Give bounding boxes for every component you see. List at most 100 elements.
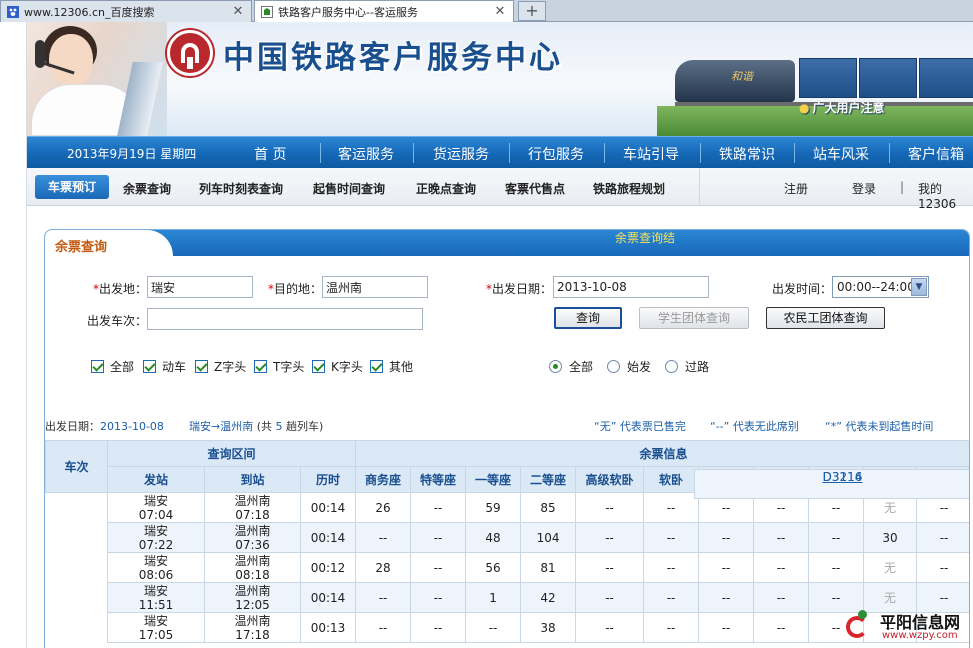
subnav-item-ticket-booking[interactable]: 车票预订 — [35, 175, 109, 199]
seat-count-cell: -- — [698, 522, 755, 553]
seat-count-cell: 48 — [465, 522, 522, 553]
seat-count-cell: -- — [410, 552, 467, 583]
table-row[interactable]: D3114 瑞安 17:05 温州南 17:18 00:13 -- -- -- 38 -- -- -- -… — [46, 468, 969, 643]
baidu-icon — [7, 5, 19, 18]
seat-count-cell: 28 — [355, 552, 412, 583]
radio-selected-icon — [549, 360, 562, 373]
panel-title: 余票查询 — [55, 240, 108, 255]
nav-item-home[interactable]: 首 页 — [254, 144, 286, 164]
from-station-input[interactable] — [147, 276, 253, 298]
to-station-input[interactable] — [322, 276, 428, 298]
result-table: 车次 查询区间 余票信息 发站到站历时商务座特等座一等座二等座高级软卧软卧硬卧软… — [45, 440, 969, 643]
checkbox-k[interactable]: K字头 — [312, 358, 363, 375]
worker-group-query-button[interactable]: 农民工团体查询 — [766, 307, 885, 329]
login-link[interactable]: 登录 — [852, 180, 876, 197]
table-row[interactable]: D5482瑞安07:22温州南07:3600:14----48104------… — [46, 468, 969, 553]
departure-date-input[interactable] — [553, 276, 709, 298]
seat-count-cell: -- — [698, 612, 755, 643]
customer-service-image — [27, 22, 167, 136]
checkbox-check-icon — [195, 360, 208, 373]
nav-item-station-style[interactable]: 站车风采 — [813, 144, 869, 164]
subnav-item-trip-planner[interactable]: 铁路旅程规划 — [593, 180, 665, 197]
checkbox-t[interactable]: T字头 — [254, 358, 304, 375]
from-station: 瑞安 — [143, 553, 168, 568]
new-tab-button[interactable]: + — [518, 1, 546, 21]
seat-count-cell: -- — [465, 612, 522, 643]
query-button[interactable]: 查询 — [554, 307, 622, 329]
departure-time: 07:22 — [138, 537, 174, 552]
subnav-item-timetable[interactable]: 列车时刻表查询 — [199, 180, 283, 197]
browser-tab-baidu[interactable]: www.12306.cn_百度搜索 ✕ — [0, 0, 252, 22]
chevron-down-icon[interactable]: ▼ — [911, 278, 927, 296]
checkbox-check-icon — [312, 360, 325, 373]
main-nav: 2013年9月19日 星期四 首 页 客运服务 货运服务 行包服务 车站引导 铁… — [27, 136, 973, 168]
seat-count-cell: 42 — [520, 582, 577, 613]
close-icon[interactable]: ✕ — [231, 4, 245, 19]
nav-item-freight[interactable]: 货运服务 — [433, 144, 489, 164]
subnav-item-agency[interactable]: 客票代售点 — [505, 180, 565, 197]
radio-label: 过路 — [685, 360, 710, 374]
seat-count-cell: 无 — [863, 552, 918, 583]
subnav-item-delay[interactable]: 正晚点查询 — [416, 180, 476, 197]
register-link[interactable]: 注册 — [784, 180, 808, 197]
account-links: 注册 登录 | 我的12306 — [699, 168, 973, 211]
from-station-cell: 瑞安 07:22 — [107, 522, 205, 553]
train-number-input[interactable] — [147, 308, 423, 330]
nav-item-station-guide[interactable]: 车站引导 — [623, 144, 679, 164]
nav-item-parcel[interactable]: 行包服务 — [528, 144, 584, 164]
nav-item-passenger[interactable]: 客运服务 — [338, 144, 394, 164]
from-station-cell: 瑞安 07:04 — [107, 492, 205, 523]
table-row[interactable]: G7670瑞安08:06温州南08:1800:1228--5681-------… — [46, 468, 969, 583]
seat-count-cell: -- — [575, 552, 645, 583]
duration-cell: 00:12 — [299, 552, 357, 583]
duration-cell: 00:13 — [299, 612, 357, 643]
browser-tab-railway[interactable]: 铁路客户服务中心--客运服务 ✕ — [254, 0, 514, 22]
table-row[interactable]: D3216 瑞安 11:51 温州南 12:05 00:14 -- -- 1 42 -- -- -- --… — [46, 468, 969, 613]
subnav-item-sale-time[interactable]: 起售时间查询 — [313, 180, 385, 197]
radio-all-stations[interactable]: 全部 — [549, 358, 593, 375]
summary-date: 2013-10-08 — [100, 420, 164, 433]
train-number-link[interactable]: D3114 — [823, 470, 863, 484]
train-label: 和谐 — [731, 70, 753, 83]
to-station-cell: 温州南 08:18 — [204, 552, 301, 583]
site-title: 中国铁路客户服务中心 — [223, 40, 563, 76]
banner-slogan[interactable]: ● 广大用户注意 — [799, 99, 885, 116]
legend-sold-out: “无” 代表票已售完 — [594, 420, 686, 433]
checkbox-z[interactable]: Z字头 — [195, 358, 246, 375]
from-station-cell: 瑞安 17:05 — [107, 612, 205, 643]
browser-tab-title: 铁路客户服务中心--客运服务 — [278, 5, 418, 19]
col-header-train: 车次 — [45, 440, 108, 493]
checkbox-label: 其他 — [389, 360, 414, 374]
close-icon[interactable]: ✕ — [493, 4, 507, 19]
left-gutter — [0, 22, 27, 648]
legend-not-on-sale: “*” 代表未到起售时间 — [825, 420, 934, 433]
student-group-query-button[interactable]: 学生团体查询 — [639, 307, 749, 329]
seat-count-cell: -- — [355, 522, 412, 553]
checkbox-emu[interactable]: 动车 — [143, 358, 186, 375]
query-status: 余票查询结 — [615, 231, 676, 245]
departure-time-select[interactable]: 00:00--24:00 ▼ — [832, 276, 929, 298]
col-header: 高级软卧 — [575, 466, 645, 493]
radio-label: 全部 — [569, 360, 594, 374]
radio-passing[interactable]: 过路 — [665, 358, 709, 375]
notice-bullet-icon: ● — [799, 101, 810, 115]
seat-count-cell: -- — [410, 582, 467, 613]
nav-item-mailbox[interactable]: 客户信箱 — [908, 144, 964, 164]
nav-item-railway-knowledge[interactable]: 铁路常识 — [719, 144, 775, 164]
col-header: 商务座 — [355, 466, 412, 493]
col-header: 特等座 — [410, 466, 467, 493]
radio-icon — [665, 360, 678, 373]
radio-origin[interactable]: 始发 — [607, 358, 651, 375]
checkbox-other[interactable]: 其他 — [370, 358, 413, 375]
browser-window: www.12306.cn_百度搜索 ✕ 铁路客户服务中心--客运服务 ✕ + 中… — [0, 0, 973, 648]
train-cell: D3114 — [693, 468, 969, 499]
to-label: *目的地： — [268, 282, 323, 296]
seat-count-cell: -- — [575, 522, 645, 553]
subnav-item-remaining-tickets[interactable]: 余票查询 — [123, 180, 171, 197]
site-watermark: 平阳信息网 www.wzpy.com — [842, 606, 973, 648]
checkbox-all-types[interactable]: 全部 — [91, 358, 134, 375]
from-station: 瑞安 — [143, 493, 168, 508]
to-station: 温州南 — [234, 493, 271, 508]
summary-count-suffix: 趟列车) — [286, 420, 324, 433]
my-12306-link[interactable]: 我的12306 — [918, 180, 973, 211]
